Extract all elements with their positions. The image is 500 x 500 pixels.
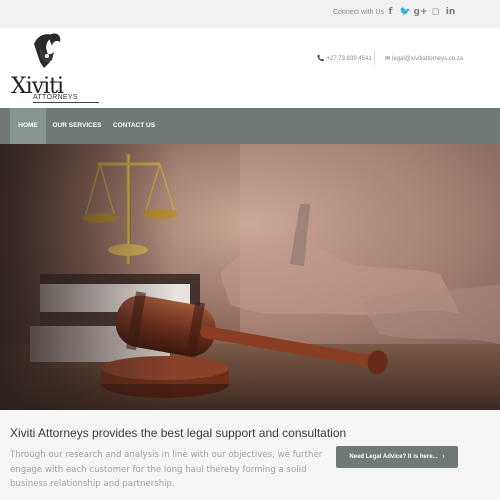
- contact-divider: [374, 51, 375, 65]
- nav-item-our-services[interactable]: OUR SERVICES: [52, 108, 102, 144]
- logo[interactable]: Xiviti ATTORNEYS: [10, 32, 102, 106]
- legal-advice-button[interactable]: Need Legal Advice? It is here... ›: [336, 446, 458, 468]
- email-address: legal@xivitiattorneys.co.za: [392, 55, 464, 62]
- logo-subtitle: ATTORNEYS: [33, 94, 78, 101]
- connect-label: Connect with Us: [333, 9, 384, 16]
- site-header: Xiviti ATTORNEYS 📞 +27 73 839 4541 ✉ leg…: [0, 28, 500, 108]
- hero-image: [0, 144, 500, 410]
- google-plus-icon[interactable]: g+: [413, 7, 428, 17]
- intro-body: Through our research and analysis in lin…: [10, 450, 323, 489]
- logo-underline: [33, 102, 99, 103]
- envelope-icon: ✉: [385, 55, 391, 62]
- phone-contact[interactable]: 📞 +27 73 839 4541: [317, 55, 372, 62]
- main-nav: HOME OUR SERVICES CONTACT US: [0, 108, 500, 144]
- social-links: f 🐦 g+ ◻ in: [383, 7, 458, 17]
- phone-icon: 📞: [317, 55, 325, 62]
- nav-item-contact-us[interactable]: CONTACT US: [112, 108, 156, 144]
- twitter-icon[interactable]: 🐦: [398, 7, 413, 17]
- linkedin-icon[interactable]: in: [443, 7, 458, 17]
- phone-number: +27 73 839 4541: [326, 55, 372, 62]
- facebook-icon[interactable]: f: [383, 7, 398, 17]
- intro-heading: Xiviti Attorneys provides the best legal…: [10, 426, 347, 440]
- cta-label: Need Legal Advice? It is here...: [349, 454, 438, 460]
- nav-item-home[interactable]: HOME: [10, 108, 46, 144]
- gavel-scales-photo: [0, 144, 500, 410]
- chevron-right-icon: ›: [442, 454, 445, 460]
- top-bar: Connect with Us f 🐦 g+ ◻ in: [0, 0, 500, 28]
- instagram-icon[interactable]: ◻: [428, 7, 443, 17]
- email-contact[interactable]: ✉ legal@xivitiattorneys.co.za: [385, 55, 463, 62]
- intro-section: Xiviti Attorneys provides the best legal…: [0, 410, 500, 500]
